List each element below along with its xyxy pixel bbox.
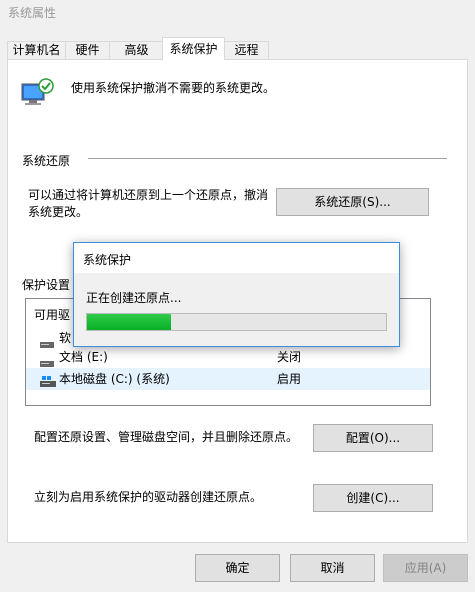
drive-status: 关闭	[277, 350, 302, 364]
list-item[interactable]: 本地磁盘 (C:) (系统) 启用	[26, 368, 430, 390]
restore-description-line2: 系统更改。	[28, 205, 89, 219]
dialog-title: 系统保护	[83, 253, 132, 267]
dialog-message: 正在创建还原点...	[86, 291, 182, 305]
tab-hardware[interactable]: 硬件	[65, 41, 110, 59]
protection-heading: 保护设置	[22, 278, 71, 292]
list-item[interactable]: 文档 (E:) 关闭	[26, 346, 430, 368]
drive-status: 启用	[277, 372, 302, 386]
drive-icon	[40, 334, 54, 348]
configure-button[interactable]: 配置(O)...	[313, 424, 433, 452]
configure-description: 配置还原设置、管理磁盘空间，并且删除还原点。	[34, 430, 299, 444]
create-button[interactable]: 创建(C)...	[313, 484, 433, 512]
column-header-drives: 可用驱	[34, 308, 71, 322]
tab-remote[interactable]: 远程	[224, 41, 269, 59]
cancel-button[interactable]: 取消	[290, 554, 375, 582]
progress-dialog: 系统保护 正在创建还原点...	[73, 242, 400, 347]
apply-button[interactable]: 应用(A)	[383, 554, 468, 582]
create-description: 立刻为启用系统保护的驱动器创建还原点。	[34, 490, 263, 504]
drive-name: 文档 (E:)	[59, 350, 108, 364]
dialog-titlebar[interactable]: 系统保护	[74, 243, 399, 273]
system-protection-icon	[21, 78, 54, 105]
restore-heading: 系统还原	[22, 154, 71, 168]
drive-name: 本地磁盘 (C:) (系统)	[59, 372, 170, 386]
system-restore-button[interactable]: 系统还原(S)...	[276, 188, 429, 216]
progress-fill	[87, 314, 171, 330]
window-title: 系统属性	[8, 6, 57, 20]
progress-bar	[86, 313, 387, 331]
header-description: 使用系统保护撤消不需要的系统更改。	[71, 81, 276, 95]
tab-computer-name[interactable]: 计算机名	[7, 41, 66, 59]
tab-system-protection[interactable]: 系统保护	[162, 37, 225, 60]
restore-description-line1: 可以通过将计算机还原到上一个还原点，撤消	[28, 188, 269, 202]
system-drive-icon	[40, 373, 56, 387]
restore-divider	[88, 158, 447, 159]
ok-button[interactable]: 确定	[195, 554, 280, 582]
tab-advanced[interactable]: 高级	[109, 41, 164, 59]
drive-icon	[40, 353, 54, 367]
